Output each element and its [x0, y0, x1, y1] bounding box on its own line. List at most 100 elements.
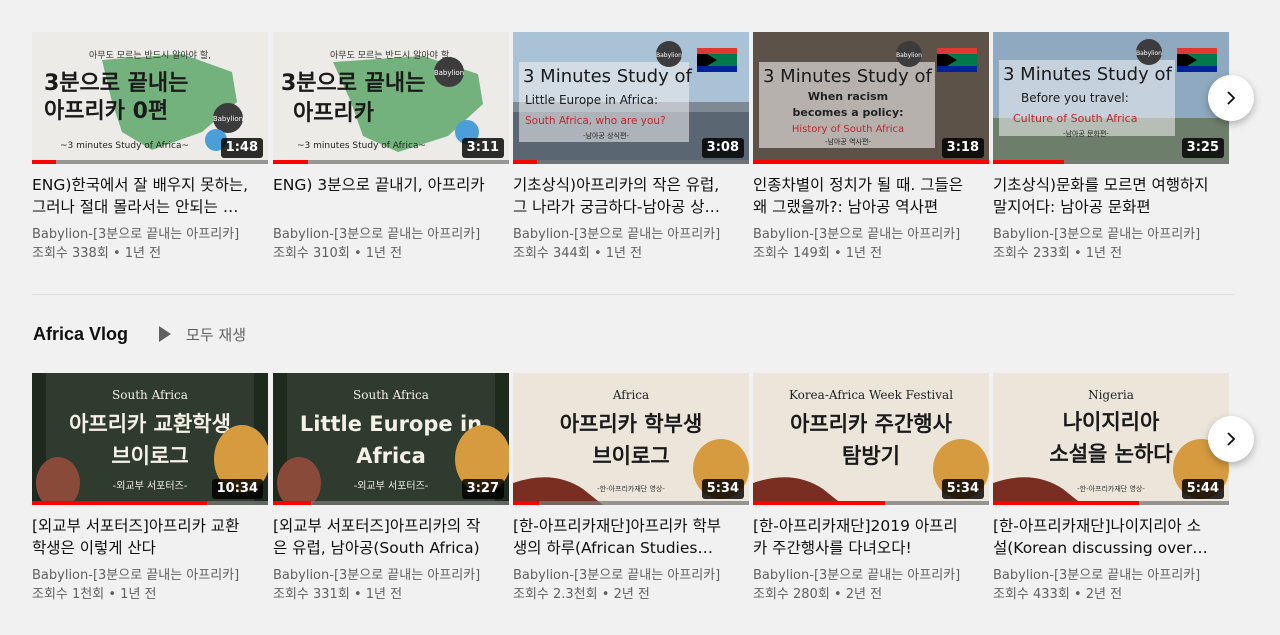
thumb-badge: Babylion — [1136, 50, 1162, 57]
play-icon — [159, 326, 172, 342]
video-title[interactable]: [외교부 서포터즈]아프리카의 작은 유럽, 남아공(South Africa) — [273, 515, 509, 559]
video-thumbnail[interactable]: Babylion 3 Minutes Study of Little Europ… — [513, 32, 749, 164]
video-thumbnail[interactable]: Korea-Africa Week Festival 아프리카 주간행사 탐방기… — [753, 373, 989, 505]
video-thumbnail[interactable]: South Africa Little Europe in Africa -외교… — [273, 373, 509, 505]
shelf-title[interactable]: Africa Vlog — [33, 324, 128, 345]
watch-progress-fill — [993, 160, 1064, 164]
play-all-button[interactable]: 모두 재생 — [158, 324, 246, 345]
thumb-sub: ~3 minutes Study of Africa~ — [60, 141, 189, 151]
thumb-line2: 탐방기 — [842, 444, 900, 468]
thumb-badge: Babylion — [656, 52, 682, 59]
duration-badge: 10:34 — [211, 479, 263, 499]
watch-progress-bar — [32, 160, 268, 164]
video-thumbnail[interactable]: 아무도 모르는 반드시 알아야 할, 3분으로 끝내는 아프리카 0편 ~3 m… — [32, 32, 268, 164]
channel-name[interactable]: Babylion-[3분으로 끝내는 아프리카] — [993, 567, 1229, 585]
shelf-next-button[interactable] — [1208, 75, 1254, 121]
thumb-badge: Babylion — [896, 52, 922, 59]
video-card[interactable]: Africa 아프리카 학부생 브이로그 -한-아프리카재단 영상- 5:34 … — [513, 373, 749, 605]
channel-name[interactable]: Babylion-[3분으로 끝내는 아프리카] — [753, 567, 989, 585]
channel-name[interactable]: Babylion-[3분으로 끝내는 아프리카] — [32, 226, 268, 244]
thumb-line2: 아프리카 0편 — [44, 99, 168, 124]
video-thumbnail[interactable]: 아무도 모르는 반드시 알아야 할, 3분으로 끝내는 아프리카 ~3 minu… — [273, 32, 509, 164]
upload-age: 2년 전 — [1085, 587, 1123, 602]
video-thumbnail[interactable]: Nigeria 나이지리아 소설을 논하다 -한-아프리카재단 영상- 5:44 — [993, 373, 1229, 505]
video-meta: 조회수 344회 • 1년 전 — [513, 244, 749, 264]
thumb-line1: Little Europe in — [300, 412, 482, 436]
upload-age: 1년 전 — [120, 587, 157, 602]
video-title[interactable]: 인종차별이 정치가 될 때. 그들은 왜 그랬을까?: 남아공 역사편 — [753, 174, 989, 218]
video-card[interactable]: Nigeria 나이지리아 소설을 논하다 -한-아프리카재단 영상- 5:44… — [993, 373, 1229, 605]
duration-badge: 5:44 — [1181, 479, 1224, 499]
thumb-line3: Culture of South Africa — [1013, 112, 1137, 125]
thumb-sub: ~3 minutes Study of Africa~ — [297, 141, 426, 151]
watch-progress-bar — [753, 160, 989, 164]
thumb-line1: 3 Minutes Study of — [763, 66, 932, 87]
thumb-sub: -한-아프리카재단 영상- — [1077, 484, 1145, 493]
channel-name[interactable]: Babylion-[3분으로 끝내는 아프리카] — [513, 226, 749, 244]
video-meta: 조회수 338회 • 1년 전 — [32, 244, 268, 264]
video-card[interactable]: Babylion 3 Minutes Study of Little Europ… — [513, 32, 749, 264]
video-title[interactable]: [한-아프리카재단]2019 아프리카 주간행사를 다녀오다! — [753, 515, 989, 559]
channel-name[interactable]: Babylion-[3분으로 끝내는 아프리카] — [32, 567, 268, 585]
channel-name[interactable]: Babylion-[3분으로 끝내는 아프리카] — [273, 567, 509, 585]
channel-name[interactable]: Babylion-[3분으로 끝내는 아프리카] — [993, 226, 1229, 244]
thumb-top-text: South Africa — [353, 388, 429, 402]
watch-progress-bar — [32, 501, 268, 505]
video-card[interactable]: 아무도 모르는 반드시 알아야 할, 3분으로 끝내는 아프리카 0편 ~3 m… — [32, 32, 268, 264]
video-title[interactable]: ENG) 3분으로 끝내기, 아프리카 — [273, 174, 509, 218]
video-thumbnail[interactable]: South Africa 아프리카 교환학생 브이로그 -외교부 서포터즈- 1… — [32, 373, 268, 505]
channel-name[interactable]: Babylion-[3분으로 끝내는 아프리카] — [273, 226, 509, 244]
thumb-sub: -한-아프리카재단 영상- — [597, 484, 665, 493]
video-card[interactable]: Babylion 3 Minutes Study of When racism … — [753, 32, 989, 264]
watch-progress-bar — [273, 501, 509, 505]
video-thumbnail[interactable]: Africa 아프리카 학부생 브이로그 -한-아프리카재단 영상- 5:34 — [513, 373, 749, 505]
channel-name[interactable]: Babylion-[3분으로 끝내는 아프리카] — [753, 226, 989, 244]
video-thumbnail[interactable]: Babylion 3 Minutes Study of When racism … — [753, 32, 989, 164]
watch-progress-fill — [32, 160, 56, 164]
view-count: 조회수 433회 — [993, 587, 1070, 602]
upload-age: 1년 전 — [1085, 246, 1123, 261]
watch-progress-fill — [993, 501, 1140, 505]
video-card[interactable]: Korea-Africa Week Festival 아프리카 주간행사 탐방기… — [753, 373, 989, 605]
video-meta: 조회수 310회 • 1년 전 — [273, 244, 509, 264]
video-title[interactable]: 기초상식)문화를 모르면 여행하지 말지어다: 남아공 문화편 — [993, 174, 1229, 218]
video-meta: 조회수 233회 • 1년 전 — [993, 244, 1229, 264]
watch-progress-fill — [273, 160, 309, 164]
video-card[interactable]: 아무도 모르는 반드시 알아야 할, 3분으로 끝내는 아프리카 ~3 minu… — [273, 32, 509, 264]
meta-separator: • — [601, 587, 610, 602]
watch-progress-bar — [993, 160, 1229, 164]
thumb-line2: Africa — [356, 444, 426, 468]
video-thumbnail[interactable]: Babylion 3 Minutes Study of Before you t… — [993, 32, 1229, 164]
thumb-top-text: Africa — [612, 388, 649, 402]
shelf-africa-vlog: South Africa 아프리카 교환학생 브이로그 -외교부 서포터즈- 1… — [32, 373, 1254, 613]
video-title[interactable]: 기초상식)아프리카의 작은 유럽, 그 나라가 궁금하다-남아공 상식편 — [513, 174, 749, 218]
thumb-top-text: South Africa — [112, 388, 188, 402]
meta-separator: • — [353, 246, 362, 261]
thumb-top-text: 아무도 모르는 반드시 알아야 할, — [330, 50, 452, 61]
video-title[interactable]: [외교부 서포터즈]아프리카 교환학생은 이렇게 산다 — [32, 515, 268, 559]
thumb-badge: Babylion — [213, 115, 243, 123]
thumb-line1: 아프리카 주간행사 — [790, 412, 953, 436]
duration-badge: 3:18 — [941, 138, 984, 158]
thumb-line1: 3 Minutes Study of — [1003, 64, 1172, 85]
video-card[interactable]: Babylion 3 Minutes Study of Before you t… — [993, 32, 1229, 264]
shelf-next-button[interactable] — [1208, 416, 1254, 462]
video-card[interactable]: South Africa 아프리카 교환학생 브이로그 -외교부 서포터즈- 1… — [32, 373, 268, 605]
thumb-sub: -외교부 서포터즈- — [354, 480, 429, 492]
video-title[interactable]: [한-아프리카재단]나이지리아 소설(Korean discussing ove… — [993, 515, 1229, 559]
thumb-line3: South Africa, who are you? — [525, 115, 666, 127]
video-meta: 조회수 331회 • 1년 전 — [273, 585, 509, 605]
meta-separator: • — [833, 587, 842, 602]
thumb-sub: -남아공 문화편- — [1063, 129, 1109, 138]
thumb-line1: 3 Minutes Study of — [523, 66, 692, 87]
video-title[interactable]: [한-아프리카재단]아프리카 학부생의 하루(African Studies S… — [513, 515, 749, 559]
watch-progress-fill — [273, 501, 311, 505]
meta-separator: • — [1073, 246, 1082, 261]
video-title[interactable]: ENG)한국에서 잘 배우지 못하는, 그러나 절대 몰라서는 안되는 아프리카 — [32, 174, 268, 218]
thumb-line2: Before you travel: — [1021, 91, 1129, 105]
view-count: 조회수 331회 — [273, 587, 350, 602]
watch-progress-fill — [32, 501, 207, 505]
video-card[interactable]: South Africa Little Europe in Africa -외교… — [273, 373, 509, 605]
channel-name[interactable]: Babylion-[3분으로 끝내는 아프리카] — [513, 567, 749, 585]
thumb-line1: 3분으로 끝내는 — [281, 71, 425, 96]
